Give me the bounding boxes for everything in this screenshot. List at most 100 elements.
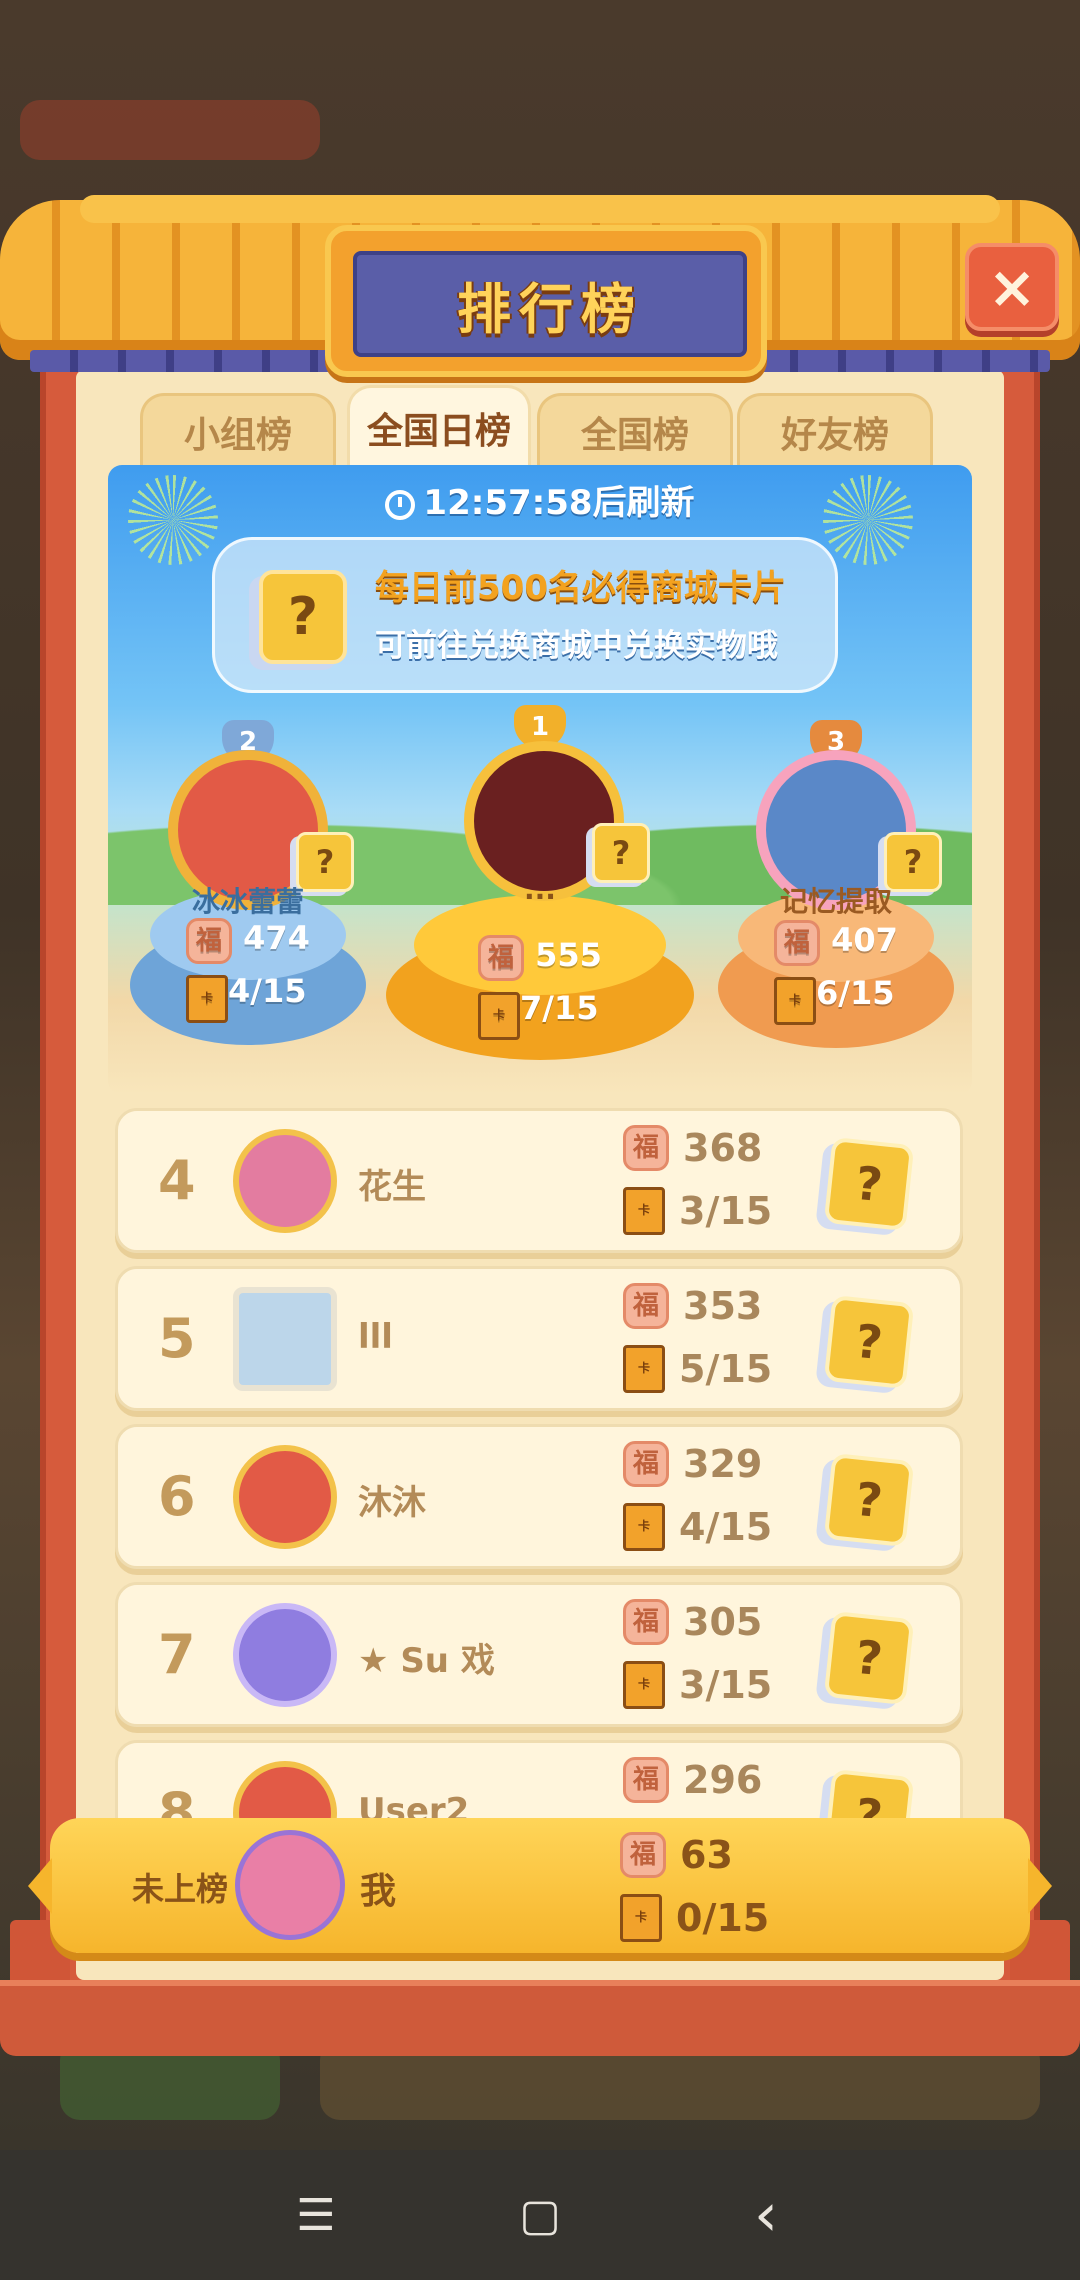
avatar: [233, 1761, 337, 1818]
reward-info-line2: 可前往兑换商城中兑换实物哦: [375, 628, 778, 664]
system-nav-bar: ☰ ▢ ‹: [0, 2150, 1080, 2280]
card-book-icon: 卡: [478, 992, 520, 1040]
avatar: [233, 1287, 337, 1391]
tab-national[interactable]: 全国榜: [537, 393, 733, 468]
list-item[interactable]: 7 ★ Su 戏 福 305 卡 3/15 ?: [115, 1582, 963, 1727]
player-cards: 3/15: [679, 1663, 773, 1707]
rank-number: 7: [158, 1623, 196, 1686]
cards-row: 卡 3/15: [623, 1661, 772, 1709]
podium-score-row: 福 407: [774, 920, 898, 966]
back-icon[interactable]: ‹: [726, 2180, 806, 2250]
fu-icon: 福: [620, 1832, 666, 1878]
card-book-icon: 卡: [774, 977, 816, 1025]
menu-icon[interactable]: ☰: [276, 2180, 356, 2250]
podium-score-row: 福 555: [478, 935, 602, 981]
podium-rank-1[interactable]: 1 ? ... 福 555 卡 7/15: [380, 705, 700, 1095]
podium-rank-3[interactable]: 3 ? 记忆提取 福 407 卡 6/15: [704, 720, 968, 1090]
podium-score: 555: [535, 936, 602, 974]
podium-cards-row: 卡 4/15: [186, 972, 306, 1023]
rank-number: 8: [158, 1781, 196, 1818]
fu-icon: 福: [623, 1283, 669, 1329]
tab-friends[interactable]: 好友榜: [737, 393, 933, 468]
cards-row: 卡 3/15: [623, 1187, 772, 1235]
my-name: 我: [360, 1871, 397, 1912]
score-row: 福 368: [623, 1125, 762, 1171]
avatar: [235, 1830, 345, 1940]
player-score: 305: [683, 1600, 763, 1644]
podium-cards-row: 卡 6/15: [774, 974, 894, 1025]
tab-group[interactable]: 小组榜: [140, 393, 336, 468]
home-icon[interactable]: ▢: [500, 2180, 580, 2250]
rank-number: 6: [158, 1465, 196, 1528]
fu-icon: 福: [623, 1125, 669, 1171]
reward-info-card[interactable]: ? 每日前500名必得商城卡片 可前往兑换商城中兑换实物哦: [212, 537, 838, 693]
my-cards: 0/15: [676, 1896, 770, 1940]
my-cards-row: 卡 0/15: [620, 1894, 769, 1942]
player-cards: 3/15: [679, 1189, 773, 1233]
title-plaque-inner: 排行榜: [353, 251, 747, 357]
card-book-icon: 卡: [623, 1661, 665, 1709]
player-name: 沐沐: [358, 1483, 426, 1523]
podium-cards: 7/15: [520, 989, 599, 1027]
player-name: lll: [358, 1317, 393, 1357]
podium-name: 冰冰蕾蕾: [191, 885, 304, 918]
list-item[interactable]: 4 花生 福 368 卡 3/15 ?: [115, 1108, 963, 1253]
tab-national-daily[interactable]: 全国日榜: [347, 385, 531, 468]
ranking-list[interactable]: 4 花生 福 368 卡 3/15 ? 5 lll 福 353 卡 5/15 ? 6 沐…: [115, 1108, 963, 1818]
cards-row: 卡 4/15: [623, 1503, 772, 1551]
card-book-icon: 卡: [623, 1503, 665, 1551]
podium-rank-2[interactable]: 2 ? 冰冰蕾蕾 福 474 卡 4/15: [118, 720, 378, 1090]
list-item[interactable]: 6 沐沐 福 329 卡 4/15 ?: [115, 1424, 963, 1569]
player-score: 329: [683, 1442, 763, 1486]
avatar: [233, 1603, 337, 1707]
mystery-card-icon[interactable]: ?: [823, 1610, 915, 1706]
podium-score: 407: [831, 921, 898, 959]
player-name: 花生: [358, 1167, 426, 1207]
top-three-hero: 12:57:58后刷新 ? 每日前500名必得商城卡片 可前往兑换商城中兑换实物…: [108, 465, 972, 1095]
mystery-card-icon[interactable]: ?: [823, 1452, 915, 1548]
reward-info-line1: 每日前500名必得商城卡片: [375, 568, 786, 608]
cards-row: 卡 5/15: [623, 1345, 772, 1393]
podium-name: ...: [524, 873, 556, 906]
podium-cards: 6/15: [816, 974, 895, 1012]
my-rank-status: 未上榜: [132, 1870, 229, 1908]
my-rank-bar[interactable]: 未上榜 我 福 63 卡 0/15: [28, 1818, 1052, 1953]
list-item[interactable]: 8 User2 福296 卡 ?: [115, 1740, 963, 1818]
tab-bar: 小组榜 全国日榜 全国榜 好友榜: [140, 385, 940, 468]
close-button[interactable]: ×: [965, 243, 1059, 331]
podium-name: 记忆提取: [779, 885, 892, 918]
mystery-card-icon[interactable]: ?: [823, 1136, 915, 1232]
podium-cards: 4/15: [228, 972, 307, 1010]
list-item[interactable]: 5 lll 福 353 卡 5/15 ?: [115, 1266, 963, 1411]
avatar: [233, 1129, 337, 1233]
fu-icon: 福: [478, 935, 524, 981]
refresh-suffix: 后刷新: [592, 483, 695, 523]
score-row: 福 296: [623, 1757, 762, 1803]
player-score: 353: [683, 1284, 763, 1328]
score-row: 福 305: [623, 1599, 762, 1645]
mystery-card-icon[interactable]: ?: [823, 1294, 915, 1390]
mystery-card-icon: ?: [259, 570, 347, 664]
card-book-icon: 卡: [623, 1345, 665, 1393]
fu-icon: 福: [623, 1599, 669, 1645]
score-row: 福 329: [623, 1441, 762, 1487]
refresh-time: 12:57:58: [423, 483, 593, 523]
fu-icon: 福: [623, 1757, 669, 1803]
podium-score-row: 福 474: [186, 918, 310, 964]
player-cards: 4/15: [679, 1505, 773, 1549]
frame-bottom-beam: [0, 1980, 1080, 2056]
title-plaque: 排行榜: [325, 225, 767, 377]
player-score: 368: [683, 1126, 763, 1170]
my-score: 63: [680, 1833, 733, 1877]
fu-icon: 福: [623, 1441, 669, 1487]
player-name: ★ Su 戏: [358, 1641, 495, 1681]
clock-icon: [385, 490, 416, 520]
mystery-card-icon[interactable]: ?: [823, 1768, 915, 1818]
player-score: 296: [683, 1758, 763, 1802]
refresh-countdown: 12:57:58后刷新: [108, 475, 972, 524]
score-row: 福 353: [623, 1283, 762, 1329]
rank-number: 4: [158, 1149, 196, 1212]
podium-cards-row: 卡 7/15: [478, 989, 598, 1040]
podium-score: 474: [243, 919, 310, 957]
background-blob: [20, 100, 320, 160]
